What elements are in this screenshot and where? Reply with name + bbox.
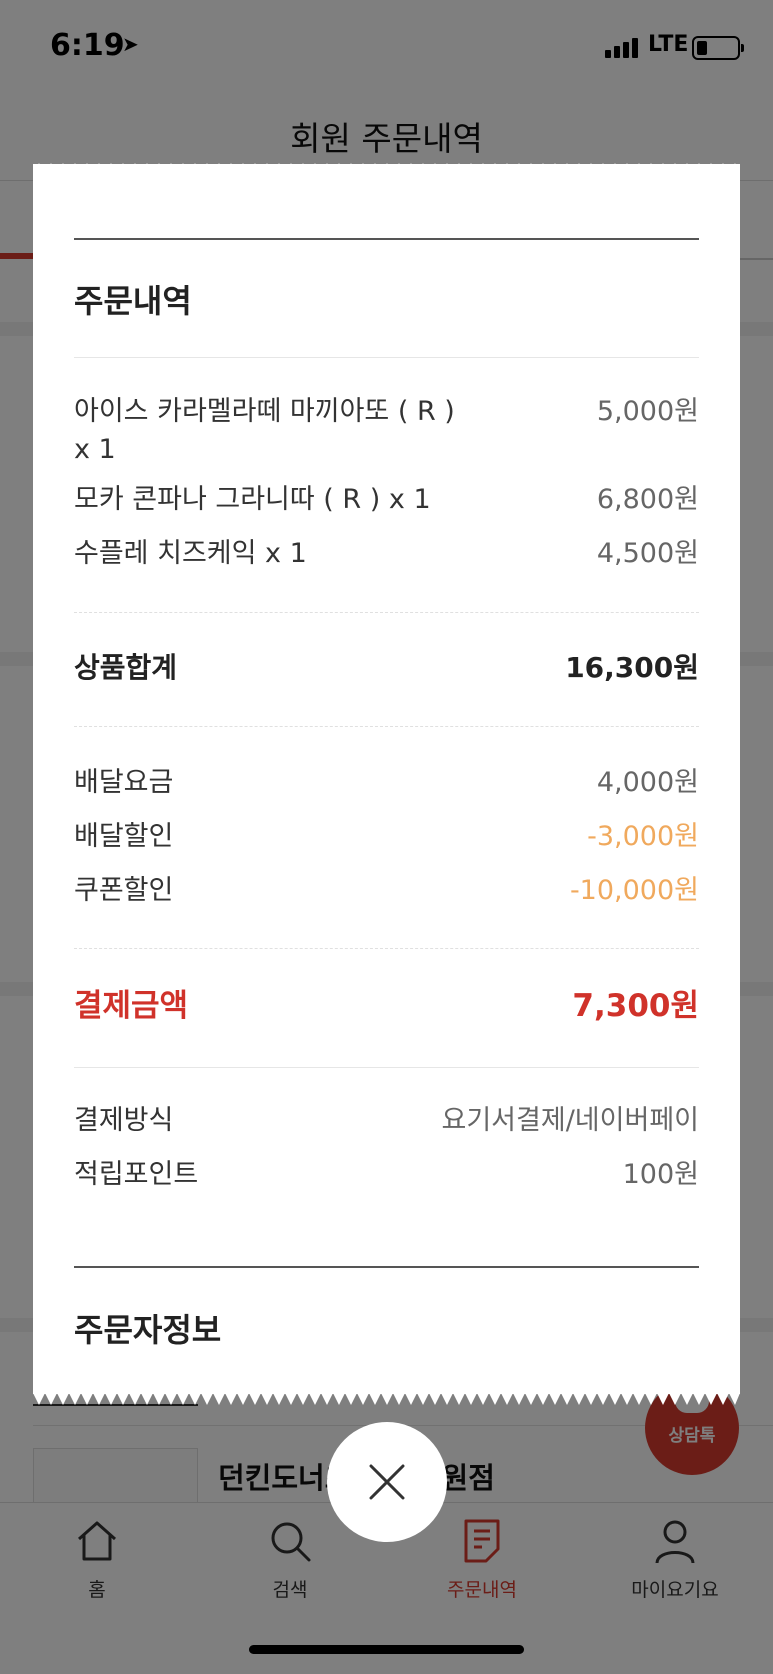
divider (74, 726, 699, 727)
order-item-price: 6,800원 (596, 484, 699, 515)
payment-method-row: 결제방식 요기서결제/네이버페이 (74, 1102, 699, 1140)
order-item: 모카 콘파나 그라니따 ( R ) x 1 6,800원 (74, 481, 699, 519)
divider (74, 612, 699, 613)
order-item: 아이스 카라멜라떼 마끼아또 ( R ) x 1 5,000원 (74, 393, 699, 469)
points-row: 적립포인트 100원 (74, 1156, 699, 1194)
order-section-title: 주문내역 (74, 282, 192, 320)
close-icon (369, 1464, 405, 1500)
divider (74, 238, 699, 240)
divider (74, 1266, 699, 1268)
divider (74, 1067, 699, 1068)
order-item-price: 4,500원 (596, 538, 699, 569)
total-row: 결제금액 7,300원 (74, 987, 699, 1025)
total-label: 결제금액 (74, 988, 189, 1024)
delivery-fee-row: 배달요금 4,000원 (74, 764, 699, 802)
fee-value: -10,000원 (569, 875, 699, 906)
fee-label: 배달할인 (74, 821, 174, 852)
total-value: 7,300원 (572, 988, 699, 1024)
order-item-price: 5,000원 (596, 396, 699, 427)
points-label: 적립포인트 (74, 1159, 199, 1190)
subtotal-row: 상품합계 16,300원 (74, 649, 699, 687)
coupon-discount-row: 쿠폰할인 -10,000원 (74, 872, 699, 910)
order-item-name: 아이스 카라멜라떼 마끼아또 ( R ) x 1 (74, 396, 455, 465)
divider (74, 357, 699, 358)
fee-label: 배달요금 (74, 767, 174, 798)
payment-method-value: 요기서결제/네이버페이 (441, 1105, 700, 1136)
order-item-name: 모카 콘파나 그라니따 ( R ) x 1 (74, 484, 431, 515)
delivery-discount-row: 배달할인 -3,000원 (74, 818, 699, 856)
subtotal-label: 상품합계 (74, 651, 178, 684)
divider (74, 948, 699, 949)
receipt-zigzag-bottom (33, 1393, 740, 1405)
fee-label: 쿠폰할인 (74, 875, 174, 906)
orderer-section-title: 주문자정보 (74, 1311, 222, 1349)
fee-value: -3,000원 (587, 821, 699, 852)
close-button[interactable] (327, 1422, 447, 1542)
order-item: 수플레 치즈케익 x 1 4,500원 (74, 535, 699, 573)
fee-value: 4,000원 (596, 767, 699, 798)
payment-method-label: 결제방식 (74, 1105, 174, 1136)
order-item-name: 수플레 치즈케익 x 1 (74, 538, 307, 569)
points-value: 100원 (622, 1159, 699, 1190)
subtotal-value: 16,300원 (565, 651, 699, 684)
